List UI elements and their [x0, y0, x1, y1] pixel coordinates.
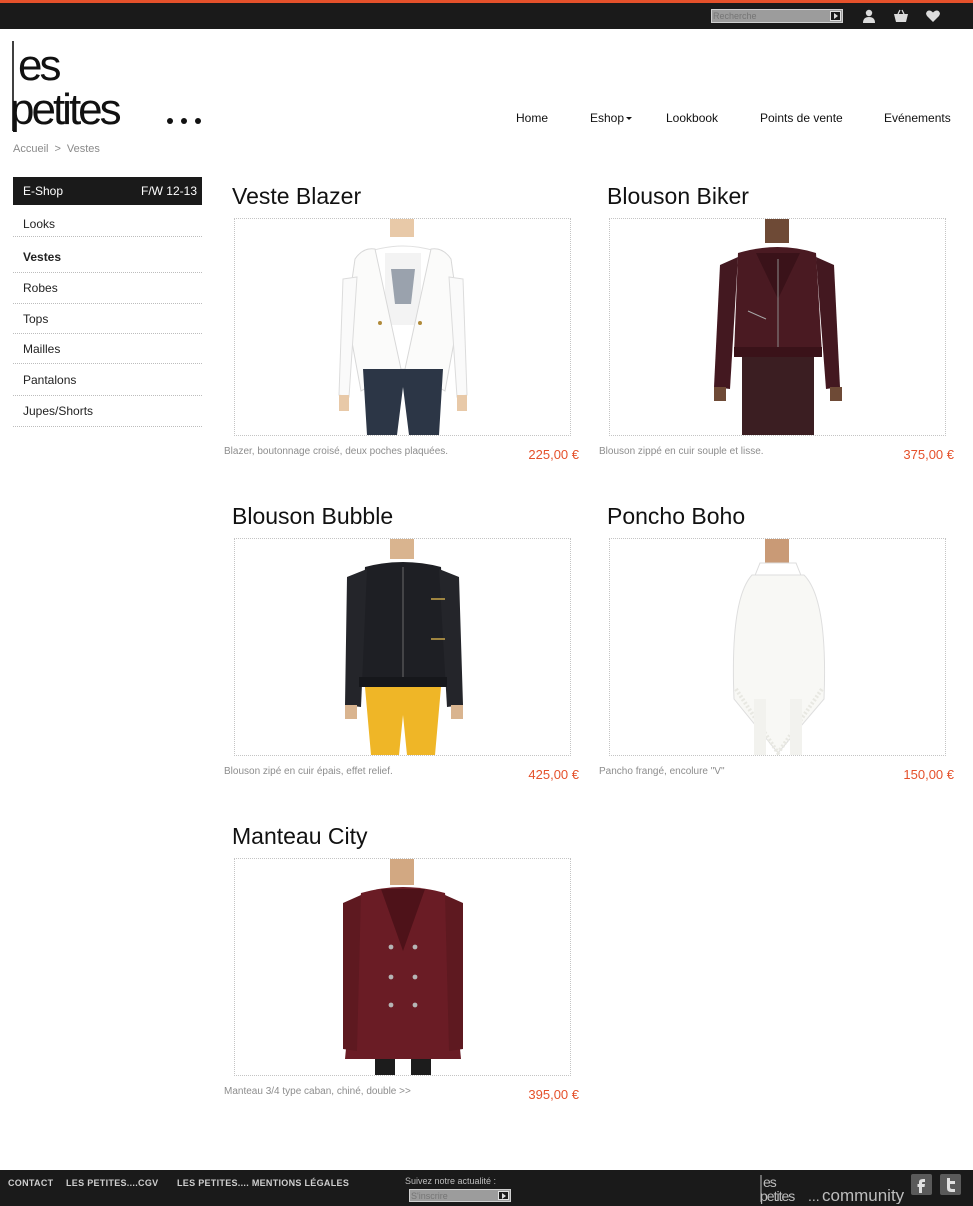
nav-points-de-vente[interactable]: Points de vente	[760, 111, 843, 125]
breadcrumb-home-link[interactable]: Accueil	[13, 143, 48, 155]
svg-text:petites: petites	[12, 85, 121, 132]
footer: CONTACT LES PETITES....CGV LES PETITES..…	[0, 1170, 973, 1206]
search-submit-button[interactable]	[830, 11, 841, 21]
search-input[interactable]	[713, 10, 829, 22]
product-image[interactable]	[234, 218, 571, 436]
sidebar-header: E-Shop F/W 12-13	[13, 177, 202, 205]
brand-logo[interactable]: es petites	[12, 40, 212, 132]
sidebar-item-label: Jupes/Shorts	[23, 404, 94, 418]
sidebar-item-tops[interactable]: Tops	[13, 304, 202, 334]
twitter-icon[interactable]	[940, 1174, 961, 1195]
product-price: 395,00 €	[528, 1087, 579, 1102]
sidebar-item-robes[interactable]: Robes	[13, 273, 202, 304]
sidebar-item-label: Tops	[23, 312, 49, 326]
sidebar-item-looks[interactable]: Looks	[13, 207, 202, 237]
product-description: Manteau 3/4 type caban, chiné, double >>	[224, 1086, 411, 1097]
nav-home[interactable]: Home	[516, 111, 548, 125]
product-title[interactable]: Veste Blazer	[232, 183, 361, 210]
product-price: 150,00 €	[903, 767, 954, 782]
footer-mentions-link[interactable]: LES PETITES.... MENTIONS LÉGALES	[177, 1178, 349, 1188]
sidebar-item-label: Pantalons	[23, 373, 77, 387]
product-price: 375,00 €	[903, 447, 954, 462]
sidebar-item-label: Looks	[23, 217, 56, 231]
nav-eshop[interactable]: Eshop	[590, 111, 633, 125]
product-title[interactable]: Blouson Biker	[607, 183, 749, 210]
account-icon[interactable]	[861, 9, 877, 23]
cart-icon[interactable]	[893, 9, 909, 23]
footer-cgv-link[interactable]: LES PETITES....CGV	[66, 1178, 158, 1188]
footer-contact-link[interactable]: CONTACT	[8, 1178, 53, 1188]
sidebar-item-vestes[interactable]: Vestes	[13, 240, 202, 273]
product-photo-blouson-bubble	[345, 539, 463, 755]
product-photo-manteau-city	[343, 859, 463, 1075]
product-photo-veste-blazer	[338, 219, 468, 435]
wishlist-heart-icon[interactable]	[925, 9, 941, 23]
chevron-down-icon	[626, 117, 633, 121]
svg-text:es: es	[18, 41, 60, 90]
newsletter-label: Suivez notre actualité :	[405, 1176, 497, 1186]
sidebar-item-label: Robes	[23, 281, 58, 295]
product-title[interactable]: Poncho Boho	[607, 503, 745, 530]
product-photo-blouson-biker	[714, 219, 842, 435]
product-description: Blouson zipé en cuir épais, effet relief…	[224, 766, 393, 777]
product-description: Blouson zippé en cuir souple et lisse.	[599, 446, 764, 457]
search-box[interactable]	[711, 9, 843, 23]
sidebar-item-label: Mailles	[23, 342, 61, 356]
product-price: 425,00 €	[528, 767, 579, 782]
nav-evenements[interactable]: Evénements	[884, 111, 951, 125]
newsletter-input[interactable]	[411, 1190, 497, 1201]
product-description: Blazer, boutonnage croisé, deux poches p…	[224, 446, 449, 457]
product-title[interactable]: Blouson Bubble	[232, 503, 393, 530]
top-bar	[0, 0, 973, 29]
sidebar-header-title: E-Shop	[23, 184, 64, 198]
product-image[interactable]	[609, 538, 946, 756]
product-image[interactable]	[609, 218, 946, 436]
svg-text:petites: petites	[760, 1188, 795, 1204]
sidebar-item-label: Vestes	[23, 250, 62, 264]
sidebar-item-mailles[interactable]: Mailles	[13, 334, 202, 364]
breadcrumb-separator: >	[54, 143, 61, 155]
product-price: 225,00 €	[528, 447, 579, 462]
product-photo-poncho-boho	[732, 539, 826, 755]
sidebar-item-jupes-shorts[interactable]: Jupes/Shorts	[13, 396, 202, 427]
community-logo[interactable]: es petites ... community	[760, 1172, 904, 1204]
nav-eshop-label: Eshop	[590, 111, 625, 125]
product-image[interactable]	[234, 538, 571, 756]
product-image[interactable]	[234, 858, 571, 1076]
sidebar-header-season: F/W 12-13	[140, 184, 197, 198]
breadcrumb: Accueil > Vestes	[13, 143, 100, 155]
newsletter-submit-button[interactable]	[498, 1191, 509, 1200]
newsletter-box[interactable]	[409, 1189, 511, 1202]
svg-text:...: ...	[808, 1188, 820, 1204]
nav-lookbook[interactable]: Lookbook	[666, 111, 718, 125]
svg-text:community: community	[822, 1186, 904, 1204]
product-title[interactable]: Manteau City	[232, 823, 368, 850]
facebook-icon[interactable]	[911, 1174, 932, 1195]
sidebar-item-pantalons[interactable]: Pantalons	[13, 364, 202, 396]
product-description: Pancho frangé, encolure "V"	[599, 766, 725, 777]
breadcrumb-current: Vestes	[66, 143, 100, 155]
